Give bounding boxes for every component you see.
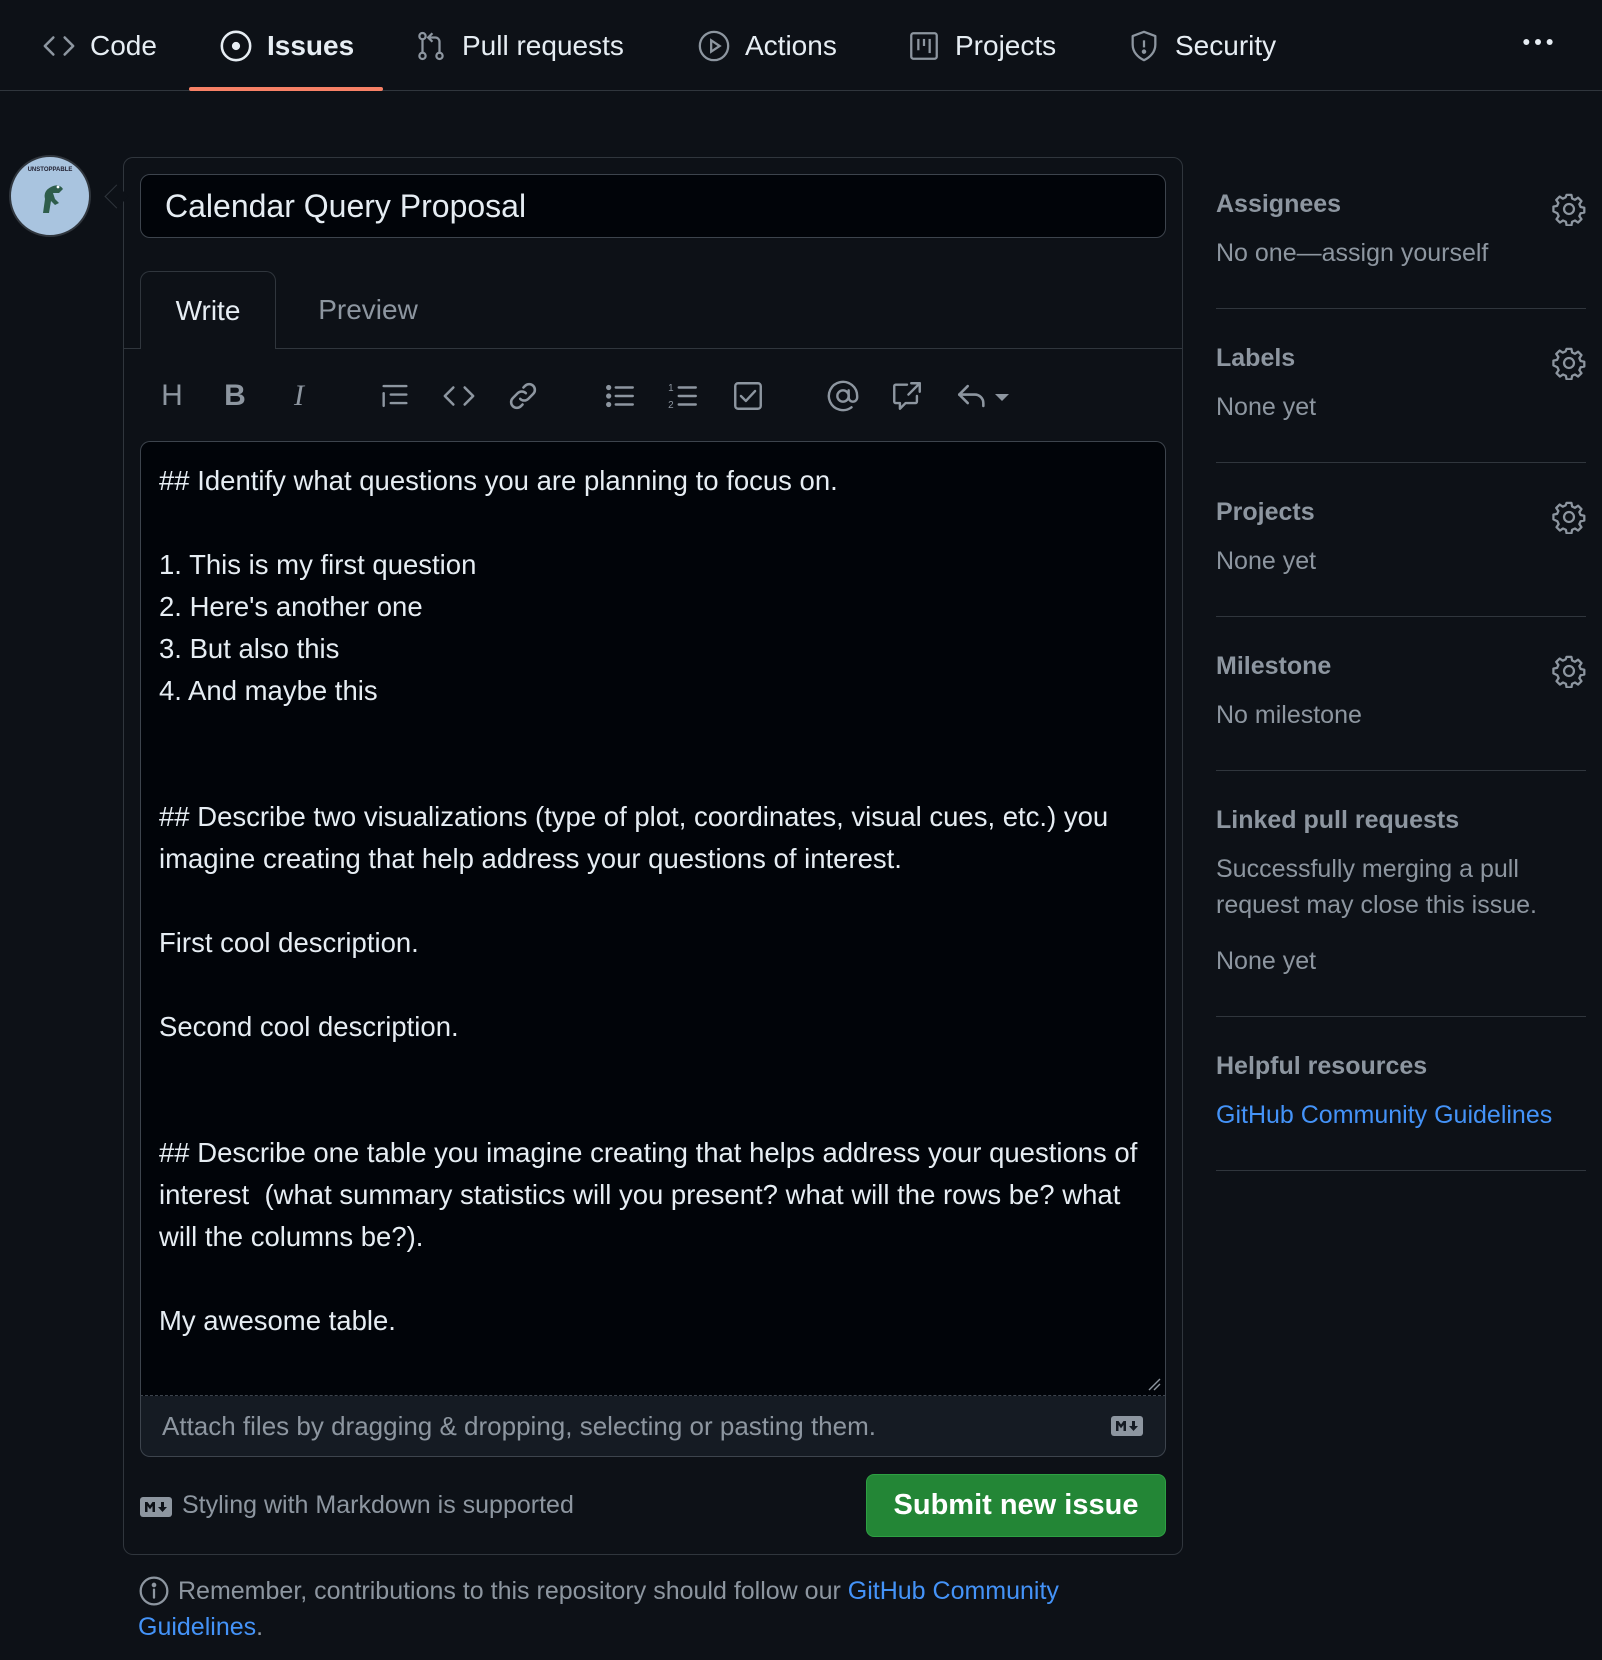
projects-value: None yet bbox=[1216, 547, 1317, 575]
info-icon bbox=[139, 1576, 169, 1606]
community-guidelines-link[interactable]: GitHub Community Guidelines bbox=[1216, 1101, 1552, 1129]
git-pull-request-icon bbox=[418, 31, 444, 60]
reminder-end: . bbox=[256, 1613, 264, 1641]
milestone-title[interactable]: Milestone bbox=[1216, 652, 1586, 681]
sidebar-divider bbox=[1216, 462, 1586, 463]
tab-actions[interactable]: Actions bbox=[697, 0, 837, 91]
svg-text:2: 2 bbox=[668, 400, 674, 411]
issue-body-text: ## Identify what questions you are plann… bbox=[159, 465, 1138, 1336]
sidebar-milestone: Milestone No milestone bbox=[1216, 652, 1586, 733]
submit-new-issue-button[interactable]: Submit new issue bbox=[866, 1474, 1166, 1537]
sidebar-divider bbox=[1216, 616, 1586, 617]
sidebar-divider bbox=[1216, 1170, 1586, 1171]
dinosaur-icon bbox=[43, 185, 63, 213]
attach-files-bar[interactable]: Attach files by dragging & dropping, sel… bbox=[140, 1396, 1166, 1457]
tab-label: Projects bbox=[955, 29, 1057, 61]
tab-divider bbox=[124, 348, 1182, 349]
labels-value: None yet bbox=[1216, 393, 1317, 421]
labels-title[interactable]: Labels bbox=[1216, 344, 1586, 373]
kebab-horizontal-icon[interactable] bbox=[1518, 22, 1558, 62]
markdown-icon bbox=[140, 1497, 172, 1517]
assignees-value[interactable]: No one—assign yourself bbox=[1216, 235, 1586, 271]
avatar-label: UNSTOPPABLE bbox=[27, 167, 73, 173]
projects-title[interactable]: Projects bbox=[1216, 498, 1586, 527]
sidebar-linked-pull-requests: Linked pull requests Successfully mergin… bbox=[1216, 806, 1586, 979]
tab-security[interactable]: Security bbox=[1127, 0, 1276, 91]
code-icon bbox=[43, 35, 75, 56]
reminder-text: Remember, contributions to this reposito… bbox=[178, 1577, 848, 1605]
tab-code[interactable]: Code bbox=[42, 0, 157, 91]
sidebar-helpful-resources: Helpful resources GitHub Community Guide… bbox=[1216, 1052, 1586, 1133]
milestone-value: No milestone bbox=[1216, 701, 1362, 729]
issue-opened-icon bbox=[220, 30, 252, 61]
list-ordered-icon[interactable]: 12 bbox=[666, 379, 700, 413]
reply-icon[interactable] bbox=[955, 379, 989, 413]
linked-prs-description: Successfully merging a pull request may … bbox=[1216, 855, 1537, 919]
assignees-title[interactable]: Assignees bbox=[1216, 190, 1586, 219]
avatar[interactable]: UNSTOPPABLE bbox=[9, 155, 91, 237]
tab-projects[interactable]: Projects bbox=[907, 0, 1056, 91]
sidebar-divider bbox=[1216, 1016, 1586, 1017]
sidebar-assignees: Assignees No one—assign yourself bbox=[1216, 190, 1586, 271]
tab-label: Security bbox=[1175, 29, 1277, 61]
sidebar-divider bbox=[1216, 308, 1586, 309]
resize-handle-icon[interactable] bbox=[1147, 1377, 1161, 1391]
sidebar-divider bbox=[1216, 770, 1586, 771]
active-tab-underline bbox=[189, 87, 383, 91]
gear-icon[interactable] bbox=[1552, 654, 1586, 688]
sidebar-projects: Projects None yet bbox=[1216, 498, 1586, 579]
table-icon bbox=[910, 31, 938, 60]
tab-label: Actions bbox=[745, 29, 837, 61]
tab-label: Code bbox=[90, 29, 157, 61]
chevron-down-icon[interactable] bbox=[992, 379, 1012, 413]
cross-reference-icon[interactable] bbox=[890, 379, 924, 413]
bold-icon[interactable]: B bbox=[218, 374, 252, 418]
tab-write[interactable]: Write bbox=[140, 271, 276, 349]
contribution-reminder: Remember, contributions to this reposito… bbox=[138, 1573, 1138, 1645]
helpful-resources-title: Helpful resources bbox=[1216, 1052, 1428, 1080]
quote-icon[interactable] bbox=[378, 379, 412, 413]
gear-icon[interactable] bbox=[1552, 346, 1586, 380]
issue-title-input[interactable] bbox=[140, 174, 1166, 238]
code-icon[interactable] bbox=[442, 379, 476, 413]
tab-pull-requests[interactable]: Pull requests bbox=[414, 0, 624, 91]
markdown-supported-note[interactable]: Styling with Markdown is supported bbox=[182, 1491, 574, 1520]
list-unordered-icon[interactable] bbox=[603, 379, 637, 413]
repo-nav: Code Issues Pull requests Actions Projec… bbox=[0, 0, 1602, 91]
issue-body-textarea[interactable]: ## Identify what questions you are plann… bbox=[140, 441, 1166, 1396]
tasklist-icon[interactable] bbox=[731, 379, 765, 413]
heading-icon[interactable]: H bbox=[155, 374, 189, 418]
markdown-icon bbox=[1111, 1416, 1143, 1436]
play-icon bbox=[698, 30, 730, 61]
tab-label: Pull requests bbox=[462, 29, 624, 61]
gear-icon[interactable] bbox=[1552, 192, 1586, 226]
linked-prs-value: None yet bbox=[1216, 947, 1317, 975]
attach-files-text: Attach files by dragging & dropping, sel… bbox=[162, 1411, 876, 1441]
gear-icon[interactable] bbox=[1552, 500, 1586, 534]
tab-preview[interactable]: Preview bbox=[296, 271, 440, 349]
sidebar-labels: Labels None yet bbox=[1216, 344, 1586, 425]
shield-icon bbox=[1131, 30, 1157, 61]
mention-icon[interactable] bbox=[826, 379, 860, 413]
italic-icon[interactable]: I bbox=[282, 374, 316, 418]
linked-prs-title: Linked pull requests bbox=[1216, 806, 1460, 834]
svg-text:1: 1 bbox=[668, 383, 674, 394]
tab-label: Issues bbox=[267, 29, 355, 61]
tab-issues[interactable]: Issues bbox=[219, 0, 354, 91]
link-icon[interactable] bbox=[506, 379, 540, 413]
